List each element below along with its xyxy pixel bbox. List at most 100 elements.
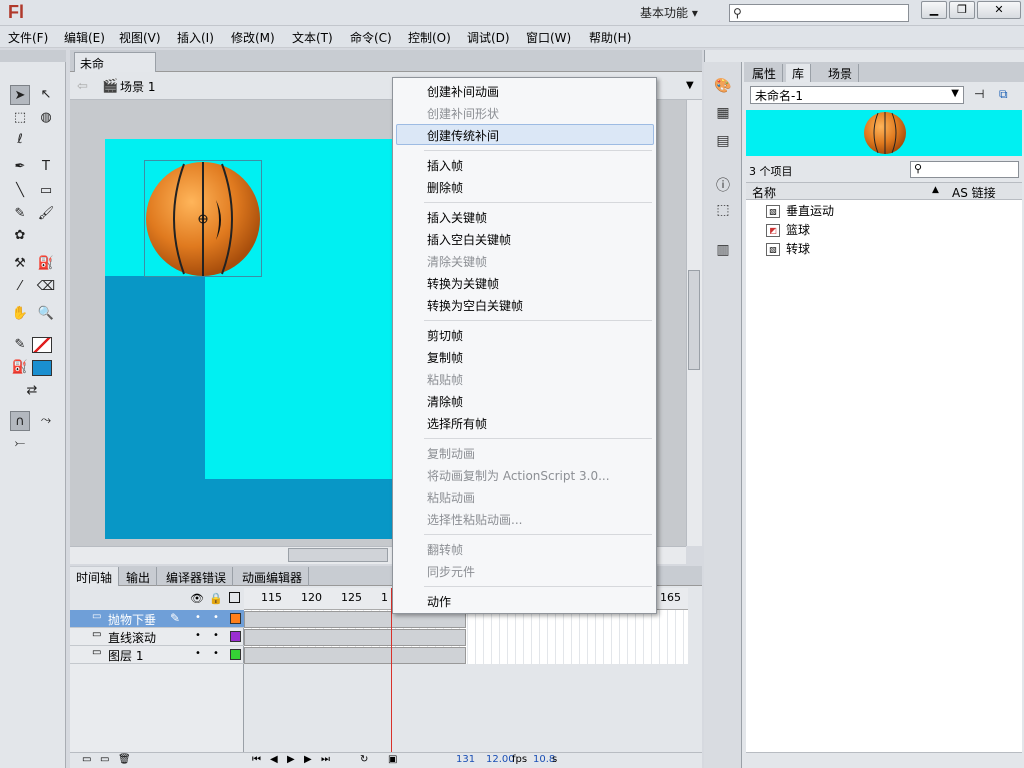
subselection-tool-icon[interactable]: ↖ bbox=[36, 85, 56, 105]
stroke-color-swatch[interactable] bbox=[32, 337, 52, 353]
deco-tool-icon[interactable]: ✿ bbox=[10, 226, 30, 246]
menu-paste-frames[interactable]: 粘贴帧 bbox=[427, 371, 463, 388]
menu-create-motion-tween[interactable]: 创建补间动画 bbox=[427, 83, 499, 100]
back-arrow-icon[interactable]: ⇦ bbox=[77, 79, 88, 94]
eraser-tool-icon[interactable]: ⌫ bbox=[36, 277, 56, 297]
zoom-tool-icon[interactable]: 🔍 bbox=[36, 304, 56, 324]
lasso-tool-icon[interactable]: ℓ bbox=[10, 130, 30, 150]
color-panel-icon[interactable]: 🎨 bbox=[714, 78, 732, 96]
pen-tool-icon[interactable]: ✒ bbox=[10, 157, 30, 177]
show-hide-layers-icon[interactable]: 👁 bbox=[190, 592, 204, 605]
lock-dot[interactable]: • bbox=[213, 648, 219, 659]
lock-layers-icon[interactable]: 🔒 bbox=[209, 592, 223, 605]
menu-clear-keyframe[interactable]: 清除关键帧 bbox=[427, 253, 487, 270]
layer-name[interactable]: 图层 1 bbox=[108, 647, 143, 664]
menu-view[interactable]: 视图(V) bbox=[119, 29, 161, 46]
pin-library-icon[interactable]: ⊣ bbox=[974, 87, 984, 101]
bone-tool-icon[interactable]: ⚒ bbox=[10, 254, 30, 274]
menu-insert-blank-keyframe[interactable]: 插入空白关键帧 bbox=[427, 231, 511, 248]
tab-timeline[interactable]: 时间轴 bbox=[70, 567, 120, 586]
rectangle-tool-icon[interactable]: ▭ bbox=[36, 181, 56, 201]
menu-commands[interactable]: 命令(C) bbox=[350, 29, 392, 46]
tab-output[interactable]: 输出 bbox=[120, 567, 158, 586]
menu-actions[interactable]: 动作 bbox=[427, 593, 451, 610]
info-panel-icon[interactable]: ⓘ bbox=[714, 175, 732, 194]
brush-tool-icon[interactable]: 🖌 bbox=[36, 204, 56, 224]
tab-library[interactable]: 库 bbox=[786, 64, 812, 82]
eyedropper-tool-icon[interactable]: ⁄ bbox=[10, 277, 30, 297]
transform-panel-icon[interactable]: ⬚ bbox=[714, 202, 732, 220]
library-search-input[interactable]: ⚲ bbox=[910, 161, 1019, 178]
library-document-select[interactable]: 未命名-1 ▼ bbox=[750, 86, 964, 104]
menu-paste-motion[interactable]: 粘贴动画 bbox=[427, 489, 475, 506]
fill-color-swatch[interactable] bbox=[32, 360, 52, 376]
hand-tool-icon[interactable]: ✋ bbox=[10, 304, 30, 324]
lock-dot[interactable]: • bbox=[213, 612, 219, 623]
new-layer-icon[interactable]: ▭ bbox=[82, 754, 91, 765]
menu-insert[interactable]: 插入(I) bbox=[177, 29, 214, 46]
frame-span[interactable] bbox=[244, 629, 466, 646]
swap-colors-icon[interactable]: ⇄ bbox=[22, 381, 42, 401]
step-back-icon[interactable]: ◀ bbox=[270, 754, 278, 765]
tab-properties[interactable]: 属性 bbox=[746, 64, 784, 82]
swatches-panel-icon[interactable]: ▦ bbox=[714, 105, 732, 123]
visibility-dot[interactable]: • bbox=[195, 630, 201, 641]
minimize-button[interactable]: ▁ bbox=[921, 1, 947, 19]
last-frame-icon[interactable]: ⏭ bbox=[321, 754, 330, 765]
stage-shape-bottom[interactable] bbox=[205, 479, 395, 539]
outline-layers-icon[interactable] bbox=[229, 592, 240, 603]
layer-row[interactable]: ▭ 直线滚动 • • bbox=[70, 628, 244, 646]
menu-help[interactable]: 帮助(H) bbox=[589, 29, 631, 46]
line-tool-icon[interactable]: ╲ bbox=[10, 181, 30, 201]
menu-copy-frames[interactable]: 复制帧 bbox=[427, 349, 463, 366]
menu-create-classic-tween[interactable]: 创建传统补间 bbox=[427, 127, 499, 144]
sort-arrow-icon[interactable]: ▲ bbox=[932, 185, 939, 195]
layer-row[interactable]: ▭ 图层 1 • • bbox=[70, 646, 244, 664]
lock-dot[interactable]: • bbox=[213, 630, 219, 641]
layer-outline-color[interactable] bbox=[230, 649, 241, 660]
visibility-dot[interactable]: • bbox=[195, 648, 201, 659]
3d-rotation-tool-icon[interactable]: ◍ bbox=[36, 108, 56, 128]
help-search-input[interactable]: ⚲ bbox=[729, 4, 909, 22]
onion-skin-icon[interactable]: ▣ bbox=[388, 754, 397, 765]
layer-name[interactable]: 抛物下垂 bbox=[108, 611, 156, 628]
column-as-linkage[interactable]: AS 链接 bbox=[952, 184, 996, 201]
stage-vertical-scroll-thumb[interactable] bbox=[688, 270, 700, 370]
tab-compiler-errors[interactable]: 编译器错误 bbox=[160, 567, 234, 586]
library-item[interactable]: ◩ 篮球 bbox=[766, 221, 810, 238]
align-panel-icon[interactable]: ▤ bbox=[714, 133, 732, 151]
straighten-icon[interactable]: ⤚ bbox=[10, 434, 30, 454]
tab-motion-editor[interactable]: 动画编辑器 bbox=[236, 567, 310, 586]
workspace-switcher[interactable]: 基本功能 ▾ bbox=[640, 4, 698, 21]
menu-clear-frames[interactable]: 清除帧 bbox=[427, 393, 463, 410]
close-window-button[interactable]: ✕ bbox=[977, 1, 1021, 19]
document-tab[interactable]: 未命名-1*✕ bbox=[74, 52, 156, 88]
snap-to-objects-icon[interactable]: ∩ bbox=[10, 411, 30, 431]
library-item[interactable]: ▧ 垂直运动 bbox=[766, 202, 834, 219]
menu-edit[interactable]: 编辑(E) bbox=[64, 29, 105, 46]
menu-convert-to-keyframes[interactable]: 转换为关键帧 bbox=[427, 275, 499, 292]
menu-copy-motion-as3[interactable]: 将动画复制为 ActionScript 3.0... bbox=[427, 467, 610, 484]
menu-insert-frame[interactable]: 插入帧 bbox=[427, 157, 463, 174]
smooth-icon[interactable]: ⤳ bbox=[36, 411, 56, 431]
delete-layer-icon[interactable]: 🗑 bbox=[118, 754, 131, 765]
menu-remove-frames[interactable]: 删除帧 bbox=[427, 179, 463, 196]
menu-convert-to-blank-keyframes[interactable]: 转换为空白关键帧 bbox=[427, 297, 523, 314]
zoom-dropdown-arrow[interactable]: ▼ bbox=[686, 80, 694, 91]
menu-text[interactable]: 文本(T) bbox=[292, 29, 333, 46]
frame-rate[interactable]: 12.00 bbox=[486, 754, 515, 765]
components-panel-icon[interactable]: ▥ bbox=[714, 242, 732, 260]
stage-horizontal-scroll-thumb[interactable] bbox=[288, 548, 388, 562]
play-icon[interactable]: ▶ bbox=[287, 754, 295, 765]
frame-span[interactable] bbox=[244, 647, 466, 664]
text-tool-icon[interactable]: T bbox=[36, 157, 56, 177]
new-library-panel-icon[interactable]: ⧉ bbox=[999, 87, 1008, 102]
step-forward-icon[interactable]: ▶ bbox=[304, 754, 312, 765]
menu-cut-frames[interactable]: 剪切帧 bbox=[427, 327, 463, 344]
menu-debug[interactable]: 调试(D) bbox=[467, 29, 510, 46]
loop-icon[interactable]: ↻ bbox=[360, 754, 368, 765]
menu-synchronize-symbols[interactable]: 同步元件 bbox=[427, 563, 475, 580]
stroke-color-icon[interactable]: ✎ bbox=[10, 335, 30, 355]
menu-copy-motion[interactable]: 复制动画 bbox=[427, 445, 475, 462]
fill-color-icon[interactable]: ⛽ bbox=[10, 358, 30, 378]
